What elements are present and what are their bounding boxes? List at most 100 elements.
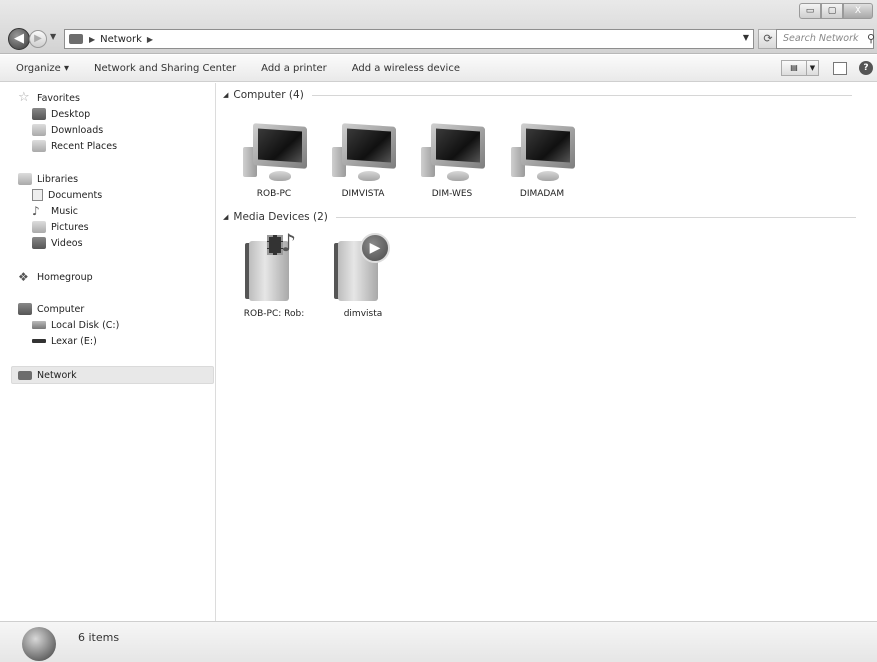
help-icon[interactable]: ? [859,61,873,75]
add-printer-button[interactable]: Add a printer [261,63,327,74]
command-bar: Organize ▾ Network and Sharing Center Ad… [0,55,877,82]
pictures-icon [32,221,46,233]
forward-button[interactable]: ▶ [29,30,47,48]
network-icon [18,370,32,380]
computer-item[interactable]: ROB-PC [232,121,316,199]
sidebar-item-label: Music [51,205,79,217]
videos-icon [32,237,46,249]
group-divider [311,94,852,96]
breadcrumb-chevron-icon[interactable]: ▶ [147,35,153,44]
status-bar: 6 items [0,621,877,662]
computer-item[interactable]: DIM-WES [410,121,494,199]
breadcrumb-network[interactable]: Network [100,34,142,45]
close-button[interactable]: X [843,3,873,19]
star-icon: ☆ [18,90,30,105]
search-icon[interactable]: ⚲ [867,30,875,48]
sidebar-item-lexar[interactable]: Lexar (E:) [32,333,97,349]
sidebar-item-label: Lexar (E:) [51,335,97,347]
sidebar-item-label: Videos [51,237,83,249]
sidebar-item-downloads[interactable]: Downloads [32,122,103,138]
maximize-button[interactable]: ▢ [821,3,843,19]
group-title: Media Devices (2) [233,211,328,223]
item-label: DIMADAM [519,189,565,199]
sidebar-item-label: Favorites [37,92,80,104]
libraries-icon [18,173,32,185]
sidebar-item-label: Pictures [51,221,89,233]
disk-icon [32,321,46,329]
sidebar-item-label: Local Disk (C:) [51,319,120,331]
monitor-icon [417,121,487,185]
item-label: dimvista [343,309,383,319]
network-sharing-center-button[interactable]: Network and Sharing Center [94,63,236,74]
sidebar-item-label: Desktop [51,108,91,120]
window-controls: ▭ ▢ X [799,3,873,21]
breadcrumb-separator-icon[interactable]: ▶ [89,35,95,44]
collapse-triangle-icon[interactable]: ◢ [223,91,228,99]
item-label: ROB-PC [256,189,292,199]
organize-menu[interactable]: Organize ▾ [16,63,69,74]
computer-icon [18,303,32,315]
sidebar-item-label: Documents [48,189,103,201]
monitor-icon [507,121,577,185]
view-controls: ▤ ▼ ? [781,60,873,76]
sidebar-item-pictures[interactable]: Pictures [32,219,89,235]
group-header-computer[interactable]: ◢ Computer (4) [223,89,852,101]
sidebar-item-label: Recent Places [51,140,118,152]
address-bar[interactable]: ▶ Network ▶ ▼ [64,29,754,49]
desktop-icon [32,108,46,120]
item-label: DIM-WES [431,189,473,199]
sidebar-item-videos[interactable]: Videos [32,235,83,251]
computer-item[interactable]: DIMADAM [500,121,584,199]
navigation-pane: ☆ Favorites Desktop Downloads Recent Pla… [8,83,216,621]
recent-places-icon [32,140,46,152]
item-label: ROB-PC: Rob: [243,309,305,319]
content-area: ◢ Computer (4) ROB-PC DIMVISTA DIM-WES D… [217,83,877,621]
search-placeholder: Search Network [783,33,859,44]
collapse-triangle-icon[interactable]: ◢ [223,213,228,221]
minimize-button[interactable]: ▭ [799,3,821,19]
monitor-icon [239,121,309,185]
homegroup-icon: ❖ [18,270,29,284]
monitor-icon [328,121,398,185]
change-view-button[interactable]: ▤ [781,60,807,76]
sidebar-item-label: Downloads [51,124,104,136]
back-button[interactable]: ◀ [8,28,30,50]
title-bar: ▭ ▢ X ◀ ▶ ▼ ▶ Network ▶ ▼ ⟳ Search Netwo… [0,0,877,54]
sidebar-item-network[interactable]: Network [18,367,77,383]
group-divider [335,216,856,218]
network-globe-icon [22,627,56,661]
navigation-row: ◀ ▶ ▼ ▶ Network ▶ ▼ ⟳ Search Network ⚲ [8,27,875,51]
document-icon [32,189,43,201]
refresh-button[interactable]: ⟳ [758,29,778,49]
sidebar-item-favorites[interactable]: ☆ Favorites [18,90,80,106]
search-input[interactable]: Search Network ⚲ [776,29,875,49]
computer-item[interactable]: DIMVISTA [321,121,405,199]
sidebar-item-documents[interactable]: Documents [32,187,102,203]
sidebar-item-local-disk[interactable]: Local Disk (C:) [32,317,119,333]
recent-pages-dropdown[interactable]: ▼ [50,32,56,41]
sidebar-item-music[interactable]: ♪ Music [32,203,78,219]
preview-pane-button[interactable] [833,61,847,75]
sidebar-item-homegroup[interactable]: ❖ Homegroup [18,269,93,285]
add-wireless-device-button[interactable]: Add a wireless device [352,63,460,74]
group-title: Computer (4) [233,89,304,101]
media-library-icon: ♪ [239,231,309,305]
drive-icon [32,339,46,343]
group-header-media-devices[interactable]: ◢ Media Devices (2) [223,211,856,223]
address-dropdown-icon[interactable]: ▼ [743,33,749,42]
downloads-icon [32,124,46,136]
media-device-item[interactable]: ♪ ROB-PC: Rob: [232,231,316,319]
media-device-item[interactable]: ▶ dimvista [321,231,405,319]
media-player-icon: ▶ [328,231,398,305]
sidebar-item-label: Libraries [37,173,79,185]
sidebar-item-recent-places[interactable]: Recent Places [32,138,117,154]
sidebar-item-desktop[interactable]: Desktop [32,106,90,122]
sidebar-item-libraries[interactable]: Libraries [18,171,78,187]
sidebar-item-label: Computer [37,303,85,315]
sidebar-item-computer[interactable]: Computer [18,301,84,317]
view-dropdown-icon[interactable]: ▼ [807,60,819,76]
network-icon [69,34,83,44]
sidebar-item-label: Network [37,369,77,381]
item-count: 6 items [78,631,120,644]
music-icon: ♪ [32,204,40,218]
